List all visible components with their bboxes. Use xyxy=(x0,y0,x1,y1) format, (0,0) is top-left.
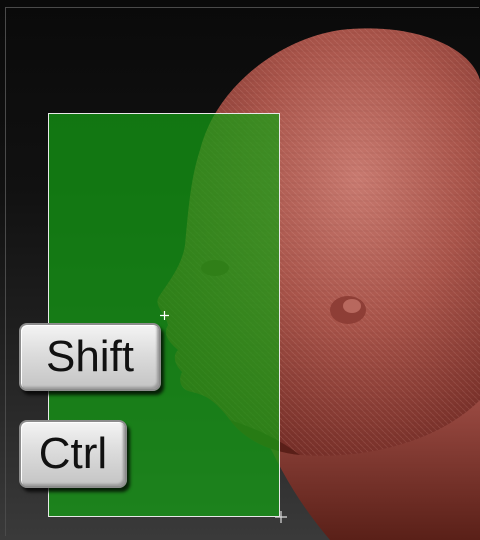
ctrl-key-indicator: Ctrl xyxy=(19,420,127,488)
ctrl-key-label: Ctrl xyxy=(38,429,108,478)
shift-key-indicator: Shift xyxy=(19,323,161,391)
sculpt-viewport[interactable]: Shift Ctrl xyxy=(0,0,480,540)
crosshair-icon xyxy=(160,311,169,320)
drag-handle-icon xyxy=(275,511,287,523)
shift-key-label: Shift xyxy=(45,332,135,381)
